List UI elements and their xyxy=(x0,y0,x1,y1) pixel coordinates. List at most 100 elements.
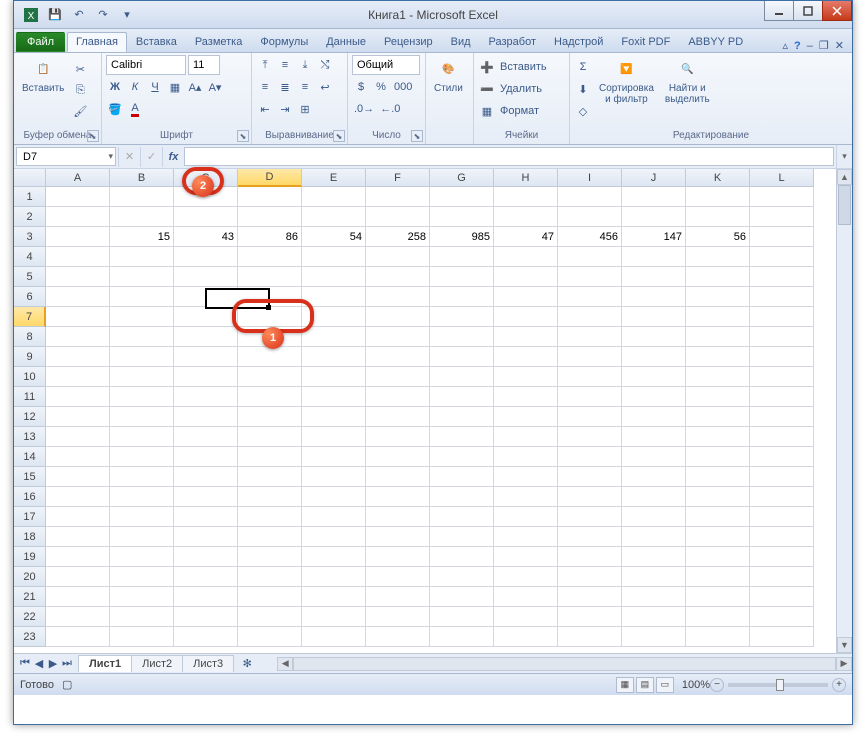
cell-F13[interactable] xyxy=(366,427,430,447)
cell-J4[interactable] xyxy=(622,247,686,267)
cell-L7[interactable] xyxy=(750,307,814,327)
cell-E1[interactable] xyxy=(302,187,366,207)
cell-L22[interactable] xyxy=(750,607,814,627)
cell-I3[interactable]: 456 xyxy=(558,227,622,247)
column-header-C[interactable]: C xyxy=(174,169,238,187)
zoom-thumb[interactable] xyxy=(776,679,784,691)
row-header-1[interactable]: 1 xyxy=(14,187,46,207)
column-header-D[interactable]: D xyxy=(238,169,302,187)
cell-B13[interactable] xyxy=(110,427,174,447)
cell-H20[interactable] xyxy=(494,567,558,587)
zoom-out-button[interactable]: − xyxy=(710,678,724,692)
cell-G7[interactable] xyxy=(430,307,494,327)
cell-C13[interactable] xyxy=(174,427,238,447)
align-center-button[interactable]: ≣ xyxy=(276,77,294,97)
cell-K9[interactable] xyxy=(686,347,750,367)
tab-главная[interactable]: Главная xyxy=(67,32,127,52)
row-header-16[interactable]: 16 xyxy=(14,487,46,507)
border-button[interactable]: ▦ xyxy=(166,77,184,97)
cell-F8[interactable] xyxy=(366,327,430,347)
cell-D19[interactable] xyxy=(238,547,302,567)
cell-K5[interactable] xyxy=(686,267,750,287)
cell-B19[interactable] xyxy=(110,547,174,567)
cell-J6[interactable] xyxy=(622,287,686,307)
worksheet-grid[interactable]: ABCDEFGHIJKL 123456789101112131415161718… xyxy=(14,169,852,653)
cell-F21[interactable] xyxy=(366,587,430,607)
cell-L19[interactable] xyxy=(750,547,814,567)
cell-J13[interactable] xyxy=(622,427,686,447)
tab-разработ[interactable]: Разработ xyxy=(480,32,545,52)
cell-C19[interactable] xyxy=(174,547,238,567)
cell-A11[interactable] xyxy=(46,387,110,407)
cell-B4[interactable] xyxy=(110,247,174,267)
cell-D13[interactable] xyxy=(238,427,302,447)
cell-I8[interactable] xyxy=(558,327,622,347)
cell-K10[interactable] xyxy=(686,367,750,387)
cell-H6[interactable] xyxy=(494,287,558,307)
cell-K14[interactable] xyxy=(686,447,750,467)
decrease-indent-button[interactable]: ⇤ xyxy=(256,99,274,119)
window-minimize-inner[interactable]: – xyxy=(807,40,813,52)
sheet-tab-Лист2[interactable]: Лист2 xyxy=(131,655,183,672)
cell-F10[interactable] xyxy=(366,367,430,387)
cell-D7[interactable] xyxy=(238,307,302,327)
cell-B15[interactable] xyxy=(110,467,174,487)
row-header-17[interactable]: 17 xyxy=(14,507,46,527)
cell-C8[interactable] xyxy=(174,327,238,347)
cell-K7[interactable] xyxy=(686,307,750,327)
cell-D8[interactable] xyxy=(238,327,302,347)
cell-G11[interactable] xyxy=(430,387,494,407)
cell-D3[interactable]: 86 xyxy=(238,227,302,247)
cell-I13[interactable] xyxy=(558,427,622,447)
cell-G6[interactable] xyxy=(430,287,494,307)
cell-I21[interactable] xyxy=(558,587,622,607)
scroll-right-button[interactable]: ▶ xyxy=(836,657,852,671)
cell-J21[interactable] xyxy=(622,587,686,607)
cell-C14[interactable] xyxy=(174,447,238,467)
cell-C17[interactable] xyxy=(174,507,238,527)
format-cells-button[interactable]: Формат xyxy=(498,101,541,121)
cell-A20[interactable] xyxy=(46,567,110,587)
cell-C12[interactable] xyxy=(174,407,238,427)
zoom-in-button[interactable]: + xyxy=(832,678,846,692)
cell-C23[interactable] xyxy=(174,627,238,647)
cell-G19[interactable] xyxy=(430,547,494,567)
horizontal-scrollbar[interactable]: ◀ ▶ xyxy=(277,657,852,671)
cell-B9[interactable] xyxy=(110,347,174,367)
cell-J7[interactable] xyxy=(622,307,686,327)
cell-K21[interactable] xyxy=(686,587,750,607)
cell-E8[interactable] xyxy=(302,327,366,347)
comma-button[interactable]: 000 xyxy=(392,77,414,97)
cell-J23[interactable] xyxy=(622,627,686,647)
cell-F9[interactable] xyxy=(366,347,430,367)
cell-D1[interactable] xyxy=(238,187,302,207)
cell-G18[interactable] xyxy=(430,527,494,547)
row-header-12[interactable]: 12 xyxy=(14,407,46,427)
cell-B22[interactable] xyxy=(110,607,174,627)
row-header-14[interactable]: 14 xyxy=(14,447,46,467)
row-header-18[interactable]: 18 xyxy=(14,527,46,547)
cell-H16[interactable] xyxy=(494,487,558,507)
cell-G12[interactable] xyxy=(430,407,494,427)
cell-A12[interactable] xyxy=(46,407,110,427)
cell-G4[interactable] xyxy=(430,247,494,267)
cell-G21[interactable] xyxy=(430,587,494,607)
cell-B17[interactable] xyxy=(110,507,174,527)
cell-G23[interactable] xyxy=(430,627,494,647)
row-header-6[interactable]: 6 xyxy=(14,287,46,307)
cell-A1[interactable] xyxy=(46,187,110,207)
cell-D18[interactable] xyxy=(238,527,302,547)
cell-H15[interactable] xyxy=(494,467,558,487)
cell-I18[interactable] xyxy=(558,527,622,547)
cell-F12[interactable] xyxy=(366,407,430,427)
cell-L8[interactable] xyxy=(750,327,814,347)
cell-E15[interactable] xyxy=(302,467,366,487)
cell-B18[interactable] xyxy=(110,527,174,547)
cell-B14[interactable] xyxy=(110,447,174,467)
cell-K3[interactable]: 56 xyxy=(686,227,750,247)
cell-I1[interactable] xyxy=(558,187,622,207)
cell-A21[interactable] xyxy=(46,587,110,607)
cell-E6[interactable] xyxy=(302,287,366,307)
font-dialog-launcher[interactable]: ⬊ xyxy=(237,130,249,142)
cell-C20[interactable] xyxy=(174,567,238,587)
